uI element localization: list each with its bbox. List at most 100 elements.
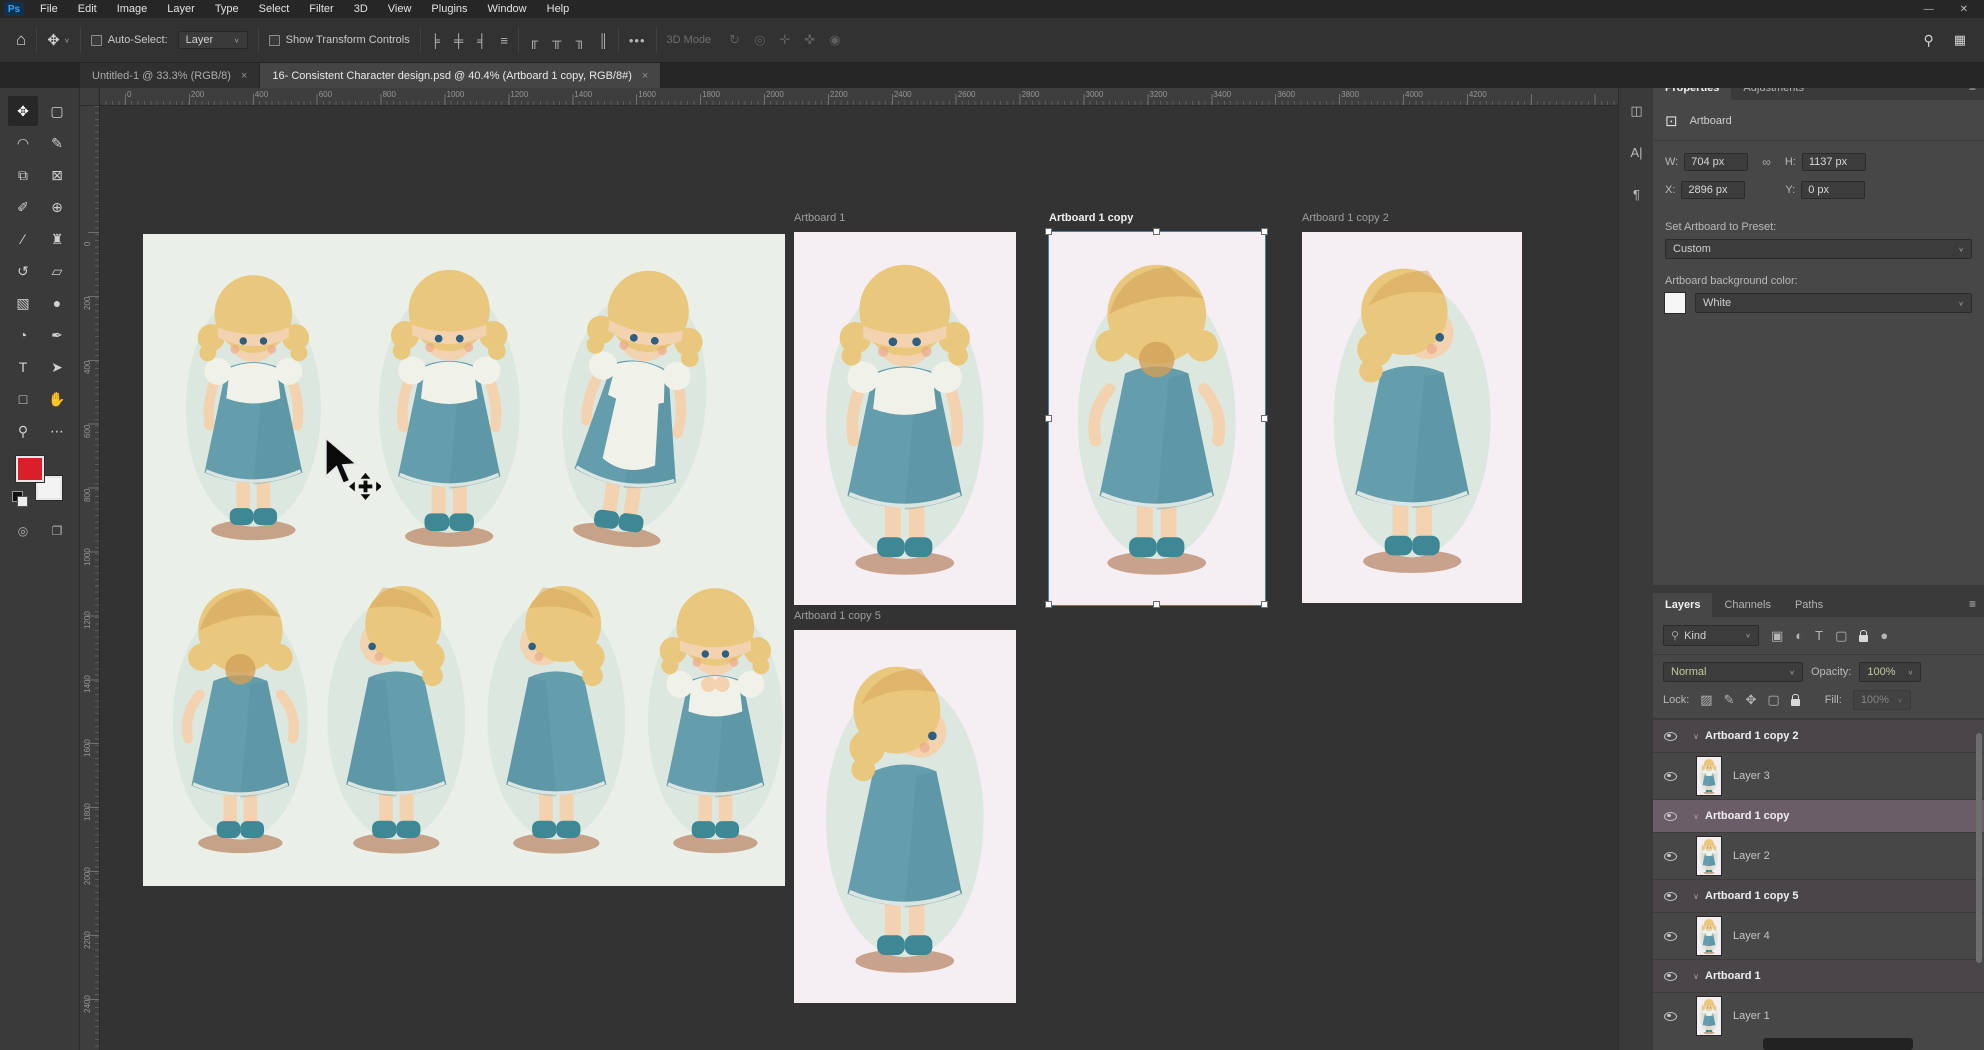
chevron-down-icon[interactable]: ∨ xyxy=(64,36,70,43)
artboard-bg-color-dropdown[interactable]: White∨ xyxy=(1695,293,1972,313)
visibility-toggle[interactable] xyxy=(1653,772,1687,781)
visibility-toggle[interactable] xyxy=(1653,812,1687,821)
visibility-toggle[interactable] xyxy=(1653,1012,1687,1021)
blend-mode-dropdown[interactable]: Normal∨ xyxy=(1663,662,1803,682)
menu-type[interactable]: Type xyxy=(205,0,249,18)
selection-handle[interactable] xyxy=(1153,601,1160,608)
menu-image[interactable]: Image xyxy=(107,0,158,18)
opacity-field[interactable]: 100%∨ xyxy=(1859,662,1921,682)
move-tool[interactable]: ✥ xyxy=(8,96,38,126)
menu-layer[interactable]: Layer xyxy=(157,0,205,18)
home-icon[interactable]: ⌂ xyxy=(16,30,26,50)
tab-channels[interactable]: Channels xyxy=(1712,593,1782,617)
eyedropper-tool[interactable]: ✐ xyxy=(8,192,38,222)
artboard-label[interactable]: Artboard 1 copy 2 xyxy=(1302,212,1389,224)
layer-thumbnail[interactable] xyxy=(1697,997,1721,1035)
auto-select-target-dropdown[interactable]: Layer∨ xyxy=(178,31,248,49)
selection-handle[interactable] xyxy=(1261,601,1268,608)
layer-row[interactable]: Layer 1 xyxy=(1653,993,1984,1039)
chevron-down-icon[interactable]: ∨ xyxy=(1687,892,1705,901)
clone-stamp-tool[interactable]: ♜ xyxy=(42,224,72,254)
gradient-tool[interactable]: ▧ xyxy=(8,288,38,318)
workspace-switcher-icon[interactable]: ▦ xyxy=(1954,32,1966,48)
selection-handle[interactable] xyxy=(1045,415,1052,422)
layers-scrollbar[interactable] xyxy=(1976,733,1982,963)
layer-filter-kind-dropdown[interactable]: ⚲ Kind∨ xyxy=(1663,625,1759,646)
distribute-bottom-edges-icon[interactable]: ╖ xyxy=(575,33,584,48)
horizontal-ruler[interactable]: 0200400600800100012001400160018002000220… xyxy=(80,88,1618,106)
hand-tool[interactable]: ✋ xyxy=(42,384,72,414)
tab-paths[interactable]: Paths xyxy=(1783,593,1835,617)
artboard-bg-color-swatch[interactable] xyxy=(1665,293,1685,313)
visibility-toggle[interactable] xyxy=(1653,932,1687,941)
minimize-button[interactable]: — xyxy=(1924,4,1934,15)
selection-handle[interactable] xyxy=(1153,228,1160,235)
align-distribute-icon[interactable]: ≡ xyxy=(500,33,508,48)
filter-adjustment-layers-icon[interactable]: ◐ xyxy=(1795,628,1803,643)
menu-edit[interactable]: Edit xyxy=(68,0,107,18)
filter-pixel-layers-icon[interactable]: ▣ xyxy=(1771,628,1783,644)
menu-window[interactable]: Window xyxy=(478,0,537,18)
slide-3d-icon[interactable]: ✜ xyxy=(804,32,815,48)
artboard-artboard-1-copy-5[interactable] xyxy=(794,630,1016,1003)
layer-row[interactable]: Layer 2 xyxy=(1653,833,1984,879)
rectangle-tool[interactable]: □ xyxy=(8,384,38,414)
chevron-down-icon[interactable]: ∨ xyxy=(1687,812,1705,821)
search-icon[interactable]: ⚲ xyxy=(1923,32,1933,49)
menu-view[interactable]: View xyxy=(378,0,422,18)
layer-group-row[interactable]: ∨Artboard 1 xyxy=(1653,959,1984,993)
healing-brush-tool[interactable]: ⊕ xyxy=(42,192,72,222)
chevron-down-icon[interactable]: ∨ xyxy=(1687,732,1705,741)
menu-select[interactable]: Select xyxy=(249,0,300,18)
dodge-tool[interactable]: ◔ xyxy=(8,320,38,350)
menu-filter[interactable]: Filter xyxy=(299,0,343,18)
show-transform-checkbox[interactable] xyxy=(269,35,280,46)
artboard-preset-dropdown[interactable]: Custom∨ xyxy=(1665,239,1972,259)
zoom-tool[interactable]: ⚲ xyxy=(8,416,38,446)
artboard-artboard-1-copy[interactable] xyxy=(1049,232,1265,605)
layer-group-row[interactable]: ∨Artboard 1 copy xyxy=(1653,799,1984,833)
visibility-toggle[interactable] xyxy=(1653,732,1687,741)
menu-3d[interactable]: 3D xyxy=(344,0,378,18)
artboard-label[interactable]: Artboard 1 xyxy=(794,212,845,224)
height-field[interactable]: 1137 px xyxy=(1802,153,1866,171)
ruler-origin-corner[interactable] xyxy=(80,88,100,106)
width-field[interactable]: 704 px xyxy=(1684,153,1748,171)
align-horizontal-centers-icon[interactable]: ╪ xyxy=(454,33,463,48)
blur-tool[interactable]: ● xyxy=(42,288,72,318)
selection-handle[interactable] xyxy=(1261,415,1268,422)
filter-shape-layers-icon[interactable]: ▢ xyxy=(1835,628,1847,644)
layer-thumbnail[interactable] xyxy=(1697,837,1721,875)
default-colors-icon-bg[interactable] xyxy=(18,497,27,506)
chevron-down-icon[interactable]: ∨ xyxy=(1687,972,1705,981)
filter-smart-objects-icon[interactable] xyxy=(1859,635,1868,642)
artboard-label[interactable]: Artboard 1 copy 5 xyxy=(794,610,881,622)
visibility-toggle[interactable] xyxy=(1653,852,1687,861)
menu-plugins[interactable]: Plugins xyxy=(421,0,477,18)
document-tab-1[interactable]: Untitled-1 @ 33.3% (RGB/8)× xyxy=(80,63,260,88)
orbit-3d-icon[interactable]: ↻ xyxy=(729,32,740,48)
character-panel-icon[interactable]: A| xyxy=(1619,145,1654,160)
artboard-artboard-1-copy-2[interactable] xyxy=(1302,232,1522,603)
filter-type-layers-icon[interactable]: T xyxy=(1815,628,1823,643)
menu-file[interactable]: File xyxy=(30,0,68,18)
close-button[interactable]: ✕ xyxy=(1960,4,1968,15)
roll-3d-icon[interactable]: ◎ xyxy=(754,32,765,48)
lock-paint-icon[interactable]: ✎ xyxy=(1724,692,1735,708)
screen-mode-icon[interactable]: ❐ xyxy=(42,516,72,546)
lock-all-icon[interactable] xyxy=(1791,699,1800,706)
layer-group-row[interactable]: ∨Artboard 1 copy 2 xyxy=(1653,719,1984,753)
layer-row[interactable]: Layer 4 xyxy=(1653,913,1984,959)
close-tab-icon[interactable]: × xyxy=(642,70,648,82)
type-tool[interactable]: T xyxy=(8,352,38,382)
layer-group-row[interactable]: ∨Artboard 1 copy 5 xyxy=(1653,879,1984,913)
visibility-toggle[interactable] xyxy=(1653,892,1687,901)
artboard-label[interactable]: Artboard 1 copy xyxy=(1049,212,1133,224)
distribute-vertical-centers-icon[interactable]: ╥ xyxy=(552,33,561,48)
canvas-area[interactable]: Artboard 1 Artboard 1 copy Artboard 1 copy… xyxy=(100,106,1618,1050)
align-right-edges-icon[interactable]: ╡ xyxy=(477,33,486,48)
x-field[interactable]: 2896 px xyxy=(1681,181,1745,199)
distribute-spacing-icon[interactable]: ║ xyxy=(599,33,608,48)
drag-3d-icon[interactable]: ✛ xyxy=(779,32,790,48)
pen-tool[interactable]: ✒ xyxy=(42,320,72,350)
